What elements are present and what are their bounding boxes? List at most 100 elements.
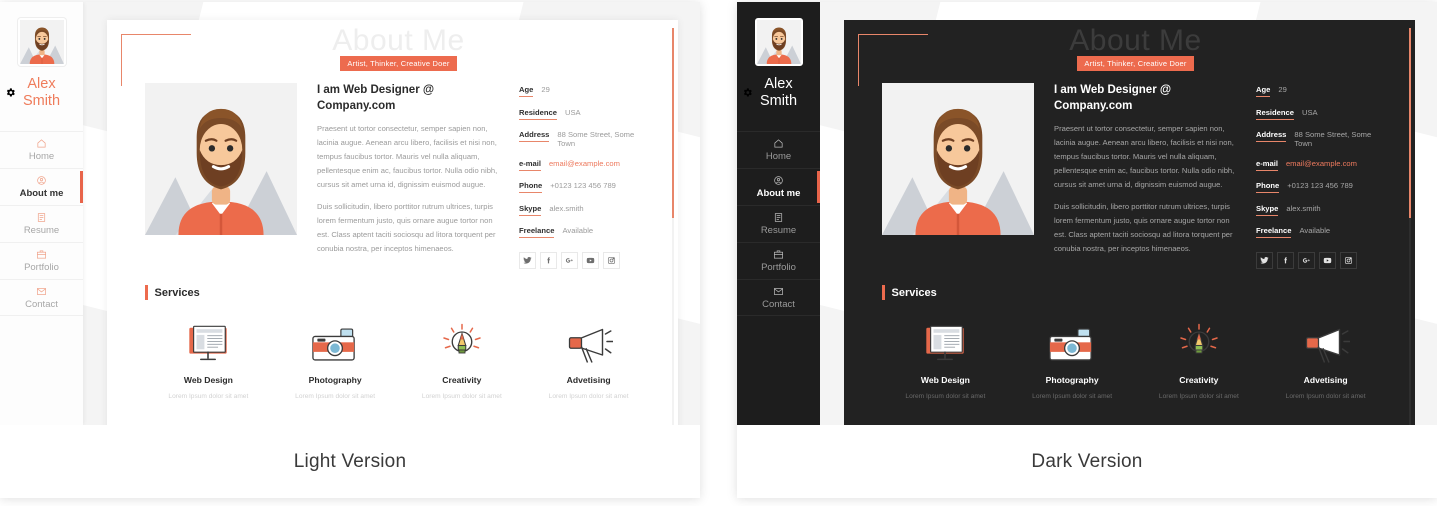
profile-last-name: Smith bbox=[22, 93, 61, 110]
site-light: Alex Smith Home About me Resume Portfolio Cont… bbox=[0, 2, 700, 425]
sidebar-item-home[interactable]: Home bbox=[0, 130, 83, 168]
profile-illustration bbox=[882, 83, 1034, 235]
twitter-icon[interactable] bbox=[1256, 252, 1273, 269]
fact-value: alex.smith bbox=[1286, 203, 1321, 213]
profile-illustration bbox=[145, 83, 297, 235]
fact-value: Available bbox=[562, 226, 594, 235]
panel-caption: Dark Version bbox=[737, 425, 1437, 498]
services-grid: Web Design Lorem Ipsum dolor sit amet Phot… bbox=[882, 314, 1389, 400]
bio-headline: I am Web Designer @ Company.com bbox=[1054, 84, 1172, 112]
profile-name: Alex Smith bbox=[760, 76, 797, 111]
twitter-icon[interactable] bbox=[519, 252, 536, 269]
fact-row: e-mail email@example.com bbox=[1256, 159, 1389, 171]
about-page-sheet: About Me Artist, Thinker, Creative Doer I … bbox=[844, 20, 1415, 425]
service-title: Web Design bbox=[183, 375, 233, 385]
envelope-icon bbox=[36, 286, 47, 297]
content-area: About Me Artist, Thinker, Creative Doer I … bbox=[83, 2, 700, 425]
sidebar-item-contact[interactable]: Contact bbox=[737, 278, 820, 316]
facebook-icon[interactable] bbox=[1277, 252, 1294, 269]
google-plus-icon[interactable] bbox=[1298, 252, 1315, 269]
service-description: Lorem Ipsum dolor sit amet bbox=[1285, 393, 1366, 400]
service-description: Lorem Ipsum dolor sit amet bbox=[295, 393, 376, 400]
fact-value: USA bbox=[565, 107, 581, 117]
sidebar-item-home[interactable]: Home bbox=[737, 130, 820, 168]
fact-key: Address bbox=[519, 130, 550, 142]
settings-gear-button[interactable] bbox=[737, 80, 758, 104]
fact-key: Age bbox=[1256, 85, 1271, 97]
service-title: Photography bbox=[308, 375, 362, 385]
sidebar-item-label: Portfolio bbox=[761, 262, 796, 274]
fact-value: 88 Some Street, Some Town bbox=[1294, 130, 1372, 148]
fact-key: Residence bbox=[1256, 108, 1294, 120]
youtube-icon[interactable] bbox=[582, 252, 599, 269]
facts-list: Age 29 Residence USA Address 88 Some Street, … bbox=[1256, 83, 1389, 269]
facebook-icon[interactable] bbox=[540, 252, 557, 269]
profile-first-name: Alex bbox=[764, 76, 793, 92]
instagram-icon[interactable] bbox=[1340, 252, 1357, 269]
sidebar-item-about-me[interactable]: About me bbox=[737, 167, 820, 205]
profile-last-name: Smith bbox=[759, 93, 798, 110]
services-heading: Services bbox=[145, 285, 652, 300]
fact-value[interactable]: email@example.com bbox=[1286, 159, 1357, 168]
service-description: Lorem Ipsum dolor sit amet bbox=[548, 393, 629, 400]
bio-column: I am Web Designer @ Company.com Praesent … bbox=[317, 83, 499, 264]
settings-gear-button[interactable] bbox=[0, 80, 21, 104]
service-title: Advetising bbox=[566, 375, 611, 385]
service-card: Advetising Lorem Ipsum dolor sit amet bbox=[1262, 314, 1389, 400]
youtube-icon[interactable] bbox=[1319, 252, 1336, 269]
user-circle-icon bbox=[36, 175, 47, 186]
bio-headline: I am Web Designer @ Company.com bbox=[317, 84, 435, 112]
document-icon bbox=[773, 212, 784, 223]
sidebar-item-contact[interactable]: Contact bbox=[0, 278, 83, 316]
service-card: Photography Lorem Ipsum dolor sit amet bbox=[272, 314, 399, 400]
fact-key: Freelance bbox=[1256, 226, 1292, 238]
preview-dark: Alex Smith Home About me Resume Portfolio Cont… bbox=[737, 2, 1437, 425]
fact-row: Address 88 Some Street, Some Town bbox=[1256, 130, 1389, 148]
service-card: Advetising Lorem Ipsum dolor sit amet bbox=[525, 314, 652, 400]
preview-light: Alex Smith Home About me Resume Portfolio Cont… bbox=[0, 2, 700, 425]
sidebar-item-label: Contact bbox=[762, 298, 795, 310]
sidebar-item-portfolio[interactable]: Portfolio bbox=[737, 241, 820, 279]
google-plus-icon[interactable] bbox=[561, 252, 578, 269]
sidebar-item-label: Resume bbox=[23, 225, 60, 237]
document-icon bbox=[36, 212, 47, 223]
instagram-icon[interactable] bbox=[603, 252, 620, 269]
fact-row: Skype alex.smith bbox=[519, 204, 652, 216]
fact-key: Skype bbox=[519, 204, 542, 216]
fact-value: 29 bbox=[541, 85, 550, 94]
services-heading: Services bbox=[882, 285, 1389, 300]
lightbulb-pencil-icon bbox=[1136, 314, 1263, 366]
sidebar-item-label: About me bbox=[19, 188, 64, 200]
sidebar-item-portfolio[interactable]: Portfolio bbox=[0, 241, 83, 279]
social-links bbox=[1256, 252, 1389, 269]
fact-row: Age 29 bbox=[1256, 85, 1389, 97]
sidebar-item-label: Resume bbox=[760, 225, 797, 237]
service-title: Photography bbox=[1045, 375, 1099, 385]
sidebar: Alex Smith Home About me Resume Portfolio Cont… bbox=[0, 2, 83, 425]
fact-value: +0123 123 456 789 bbox=[550, 181, 616, 190]
service-title: Creativity bbox=[1179, 375, 1219, 385]
panel-caption: Light Version bbox=[0, 425, 700, 498]
bio-paragraph-1: Praesent ut tortor consectetur, semper s… bbox=[1054, 124, 1235, 190]
bio-column: I am Web Designer @ Company.com Praesent … bbox=[1054, 83, 1236, 264]
fact-row: Phone +0123 123 456 789 bbox=[519, 181, 652, 193]
avatar bbox=[17, 18, 66, 66]
briefcase-icon bbox=[773, 249, 784, 260]
services-grid: Web Design Lorem Ipsum dolor sit amet Phot… bbox=[145, 314, 652, 400]
sidebar-item-resume[interactable]: Resume bbox=[0, 204, 83, 242]
site-dark: Alex Smith Home About me Resume Portfolio Cont… bbox=[737, 2, 1437, 425]
megaphone-icon bbox=[1262, 314, 1389, 366]
about-row: I am Web Designer @ Company.com Praesent … bbox=[882, 83, 1389, 269]
fact-value: USA bbox=[1302, 107, 1318, 117]
sidebar-item-about-me[interactable]: About me bbox=[0, 167, 83, 205]
megaphone-icon bbox=[525, 314, 652, 366]
user-circle-icon bbox=[773, 175, 784, 186]
facts-list: Age 29 Residence USA Address 88 Some Street, … bbox=[519, 83, 652, 269]
service-card: Photography Lorem Ipsum dolor sit amet bbox=[1009, 314, 1136, 400]
fact-value[interactable]: email@example.com bbox=[549, 159, 620, 168]
tagline-wrap: Artist, Thinker, Creative Doer bbox=[145, 53, 652, 71]
sidebar-item-resume[interactable]: Resume bbox=[737, 204, 820, 242]
service-title: Web Design bbox=[920, 375, 970, 385]
fact-key: Residence bbox=[519, 108, 557, 120]
service-card: Web Design Lorem Ipsum dolor sit amet bbox=[145, 314, 272, 400]
